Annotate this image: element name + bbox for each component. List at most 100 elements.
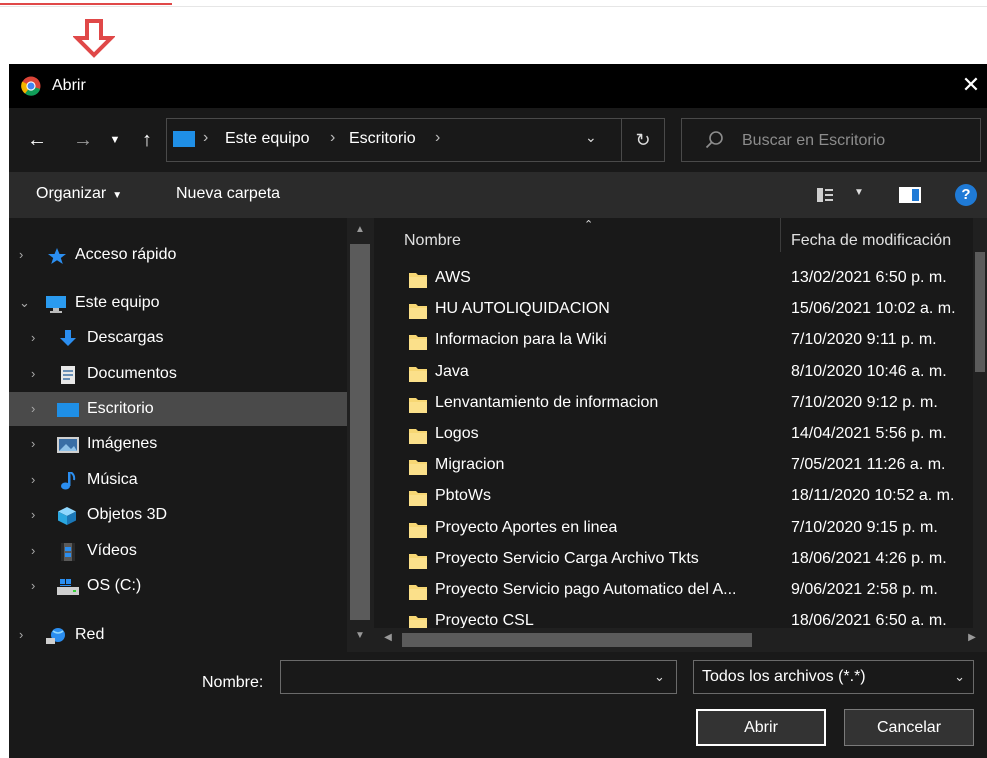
file-row[interactable]: AWS 13/02/2021 6:50 p. m. bbox=[374, 264, 974, 295]
chevron-right-icon[interactable]: › bbox=[31, 507, 35, 522]
file-row[interactable]: Logos 14/04/2021 5:56 p. m. bbox=[374, 420, 974, 451]
chevron-right-icon[interactable]: › bbox=[31, 543, 35, 558]
folder-icon bbox=[409, 460, 427, 475]
file-row[interactable]: Lenvantamiento de informacion 7/10/2020 9… bbox=[374, 389, 974, 420]
file-name-label: Nombre: bbox=[202, 674, 264, 691]
folder-icon bbox=[409, 398, 427, 413]
help-button[interactable]: ? bbox=[955, 184, 977, 206]
scroll-up-arrow-icon[interactable]: ▲ bbox=[350, 224, 370, 235]
this-pc-icon bbox=[173, 131, 195, 147]
sidebar-item-acceso-rapido[interactable]: › Acceso rápido bbox=[9, 238, 347, 272]
sidebar-item-label: Documentos bbox=[87, 365, 177, 382]
up-arrow-icon[interactable]: ↑ bbox=[135, 128, 159, 152]
file-row[interactable]: Java 8/10/2020 10:46 a. m. bbox=[374, 358, 974, 389]
breadcrumb-escritorio[interactable]: Escritorio bbox=[349, 130, 416, 148]
folder-icon bbox=[409, 554, 427, 569]
file-list-horizontal-scrollbar[interactable]: ◀ ▶ bbox=[374, 628, 987, 652]
scroll-left-arrow-icon[interactable]: ◀ bbox=[378, 632, 398, 643]
address-dropdown-chevron-icon[interactable]: ⌄ bbox=[585, 129, 597, 146]
breadcrumb-este-equipo[interactable]: Este equipo bbox=[225, 130, 310, 148]
folder-icon bbox=[409, 367, 427, 382]
scroll-right-arrow-icon[interactable]: ▶ bbox=[962, 632, 982, 643]
back-arrow-icon[interactable]: ← bbox=[25, 128, 49, 152]
chevron-right-icon[interactable]: › bbox=[31, 578, 35, 593]
preview-pane-icon[interactable] bbox=[898, 186, 922, 204]
organize-button[interactable]: Organizar ▼ bbox=[36, 185, 122, 203]
chevron-right-icon[interactable]: › bbox=[19, 247, 23, 262]
column-header-name[interactable]: Nombre bbox=[404, 232, 461, 250]
close-button[interactable]: ✕ bbox=[959, 73, 983, 97]
sidebar-item-descargas[interactable]: › Descargas bbox=[9, 321, 347, 355]
address-bar[interactable]: › Este equipo › Escritorio › ⌄ bbox=[166, 118, 622, 162]
sidebar-item-label: Objetos 3D bbox=[87, 506, 168, 523]
cancel-button[interactable]: Cancelar bbox=[844, 709, 974, 746]
file-row[interactable]: Proyecto Servicio Carga Archivo Tkts 18/0… bbox=[374, 545, 974, 576]
file-row[interactable]: Proyecto Aportes en linea 7/10/2020 9:15 … bbox=[374, 514, 974, 545]
computer-icon bbox=[46, 296, 66, 313]
window-title: Abrir bbox=[52, 77, 86, 94]
sidebar-item-red[interactable]: › Red bbox=[9, 618, 347, 652]
breadcrumb-separator-icon: › bbox=[203, 129, 209, 146]
sidebar-item-documentos[interactable]: › Documentos bbox=[9, 357, 347, 391]
scrollbar-thumb[interactable] bbox=[350, 244, 370, 620]
file-row[interactable]: Migracion 7/05/2021 11:26 a. m. bbox=[374, 451, 974, 482]
view-options-chevron-down-icon[interactable]: ▼ bbox=[854, 187, 864, 198]
file-type-select[interactable]: Todos los archivos (*.*) ⌄ bbox=[693, 660, 974, 694]
command-toolbar: Organizar ▼ Nueva carpeta ▼ ? bbox=[9, 172, 987, 218]
sort-ascending-icon: ⌃ bbox=[584, 219, 594, 231]
desktop-icon bbox=[57, 403, 79, 417]
sidebar-item-objetos-3d[interactable]: › Objetos 3D bbox=[9, 498, 347, 532]
folder-icon bbox=[409, 273, 427, 288]
file-row[interactable]: Informacion para la Wiki 7/10/2020 9:11 p… bbox=[374, 326, 974, 357]
sidebar-item-os-c[interactable]: › OS (C:) bbox=[9, 569, 347, 603]
chevron-down-icon[interactable]: ⌄ bbox=[19, 295, 30, 311]
navigation-pane-scrollbar[interactable]: ▲ ▼ bbox=[347, 218, 374, 652]
download-icon bbox=[60, 330, 76, 346]
scrollbar-thumb[interactable] bbox=[402, 633, 752, 647]
file-date: 8/10/2020 10:46 a. m. bbox=[791, 363, 947, 380]
file-name: Migracion bbox=[435, 456, 505, 473]
folder-icon bbox=[409, 429, 427, 444]
file-list-vertical-scrollbar[interactable] bbox=[973, 218, 987, 628]
file-row[interactable]: Proyecto Servicio pago Automatico del A.… bbox=[374, 576, 974, 607]
dialog-footer: Nombre: ⌄ Todos los archivos (*.*) ⌄ Abr… bbox=[9, 652, 987, 758]
refresh-button[interactable]: ↻ bbox=[621, 118, 665, 162]
chevron-right-icon[interactable]: › bbox=[31, 472, 35, 487]
sidebar-item-label: Red bbox=[75, 626, 105, 643]
chevron-right-icon[interactable]: › bbox=[31, 401, 35, 416]
chevron-right-icon[interactable]: › bbox=[19, 627, 23, 642]
chevron-right-icon[interactable]: › bbox=[31, 436, 35, 451]
sidebar-item-escritorio[interactable]: › Escritorio bbox=[9, 392, 347, 426]
new-folder-button[interactable]: Nueva carpeta bbox=[176, 185, 280, 203]
forward-arrow-icon[interactable]: → bbox=[71, 128, 95, 152]
file-row[interactable]: HU AUTOLIQUIDACION 15/06/2021 10:02 a. m. bbox=[374, 295, 974, 326]
chevron-right-icon[interactable]: › bbox=[31, 366, 35, 381]
sidebar-item-label: Música bbox=[87, 471, 138, 488]
file-date: 15/06/2021 10:02 a. m. bbox=[791, 300, 956, 317]
open-button[interactable]: Abrir bbox=[696, 709, 826, 746]
chevron-right-icon[interactable]: › bbox=[31, 330, 35, 345]
sidebar-item-imagenes[interactable]: › Imágenes bbox=[9, 427, 347, 461]
search-icon bbox=[705, 131, 723, 149]
column-divider[interactable] bbox=[780, 218, 781, 252]
recent-locations-chevron-icon[interactable]: ▼ bbox=[107, 128, 123, 152]
red-down-arrow-icon bbox=[73, 19, 115, 58]
open-file-dialog: Abrir ✕ ← → ▼ ↑ › Este equipo › Escritor… bbox=[9, 64, 987, 758]
search-input[interactable] bbox=[740, 119, 974, 163]
view-options-icon[interactable] bbox=[817, 186, 841, 204]
file-name-dropdown-chevron-icon[interactable]: ⌄ bbox=[654, 669, 665, 685]
file-name: HU AUTOLIQUIDACION bbox=[435, 300, 610, 317]
sidebar-item-label: Descargas bbox=[87, 329, 164, 346]
scrollbar-thumb[interactable] bbox=[975, 252, 985, 372]
file-date: 9/06/2021 2:58 p. m. bbox=[791, 581, 938, 598]
sidebar-item-videos[interactable]: › Vídeos bbox=[9, 534, 347, 568]
documents-icon bbox=[61, 366, 75, 384]
sidebar-item-este-equipo[interactable]: ⌄ Este equipo bbox=[9, 286, 347, 320]
search-box[interactable] bbox=[681, 118, 981, 163]
sidebar-item-label: OS (C:) bbox=[87, 577, 142, 594]
file-name-input[interactable] bbox=[280, 660, 677, 694]
file-row[interactable]: PbtoWs 18/11/2020 10:52 a. m. bbox=[374, 482, 974, 513]
scroll-down-arrow-icon[interactable]: ▼ bbox=[350, 630, 370, 641]
column-header-date[interactable]: Fecha de modificación bbox=[791, 232, 951, 250]
sidebar-item-musica[interactable]: › Música bbox=[9, 463, 347, 497]
